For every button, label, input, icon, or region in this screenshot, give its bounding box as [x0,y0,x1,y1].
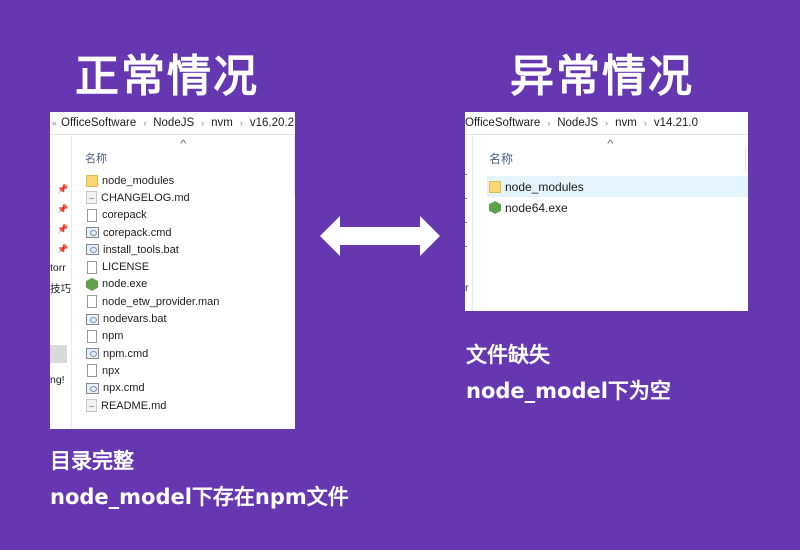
nav-item[interactable]: torr [50,262,66,274]
sort-ascending-icon[interactable]: ^ [607,139,613,150]
pin-icon[interactable]: 📌 [57,204,68,215]
file-icon [87,260,97,274]
column-header-name[interactable]: 名称 [489,150,513,167]
file-name: corepack [102,209,147,222]
nav-item[interactable]: r [465,282,469,294]
file-row-license[interactable]: LICENSE [84,258,294,275]
file-row-npm[interactable]: npm [84,328,294,345]
normal-explorer-window: « OfficeSoftware › NodeJS › nvm › v16.20… [50,112,295,429]
nav-item-selected[interactable] [50,345,67,363]
file-name: npm [102,330,124,343]
chevron-right-icon[interactable]: › [644,118,647,128]
chevron-right-icon[interactable]: › [240,118,243,128]
file-row-node-modules[interactable]: node_modules [84,172,294,189]
caption-line: 目录完整 [50,449,134,473]
file-row-npx-cmd[interactable]: npx.cmd [84,380,294,397]
normal-case-title: 正常情况 [75,51,259,102]
column-header-name[interactable]: 名称 [85,150,107,166]
file-row-node-modules[interactable]: node_modules [487,176,748,197]
nodejs-icon [489,201,501,214]
file-row-corepack[interactable]: corepack [84,207,294,224]
file-row-node-exe[interactable]: node.exe [84,276,294,293]
batch-file-icon [86,382,99,394]
column-divider[interactable] [294,136,295,196]
file-row-npx[interactable]: npx [84,362,294,379]
file-name: node.exe [102,278,148,291]
file-name: node_modules [505,179,584,194]
caption-line: 文件缺失 [466,343,550,367]
markdown-file-icon [86,191,97,205]
column-divider[interactable] [745,146,746,172]
file-list: node_modules CHANGELOG.md corepack corep… [84,172,294,414]
pin-icon[interactable]: 📌 [57,224,68,235]
breadcrumb-item[interactable]: nvm [615,117,637,129]
batch-file-icon [86,348,99,360]
file-name: npx.cmd [103,382,145,395]
file-name: README.md [101,399,167,412]
address-breadcrumb[interactable]: OfficeSoftware › NodeJS › nvm › v14.21.0 [465,112,748,135]
navigation-pane: 📌 📌 📌 📌 torr 技巧 ng! [50,136,72,429]
file-row-changelog[interactable]: CHANGELOG.md [84,189,294,206]
nodejs-icon [86,277,98,291]
file-row-node-etw-provider[interactable]: node_etw_provider.man [84,293,294,310]
breadcrumb-item[interactable]: nvm [211,117,233,129]
file-name: npm.cmd [103,347,149,360]
file-list: node_modules node64.exe [487,176,748,218]
breadcrumb-overflow-icon[interactable]: « [52,118,57,128]
file-name: CHANGELOG.md [101,191,190,204]
file-row-readme[interactable]: README.md [84,397,294,414]
file-name: corepack.cmd [103,226,172,239]
file-name: node64.exe [505,200,568,215]
nav-marker [465,174,467,175]
breadcrumb-item[interactable]: v16.20.2 [250,117,294,129]
file-name: install_tools.bat [103,243,179,256]
file-icon [87,329,97,343]
breadcrumb-item[interactable]: NodeJS [153,117,194,129]
folder-icon [489,180,501,193]
nav-item[interactable]: 技巧 [50,281,71,296]
file-row-node64-exe[interactable]: node64.exe [487,197,748,218]
markdown-file-icon [86,399,97,412]
pin-icon[interactable]: 📌 [57,184,68,195]
folder-icon [86,174,98,187]
double-arrow-icon [320,216,440,256]
chevron-right-icon[interactable]: › [605,118,608,128]
breadcrumb-item[interactable]: NodeJS [557,117,598,129]
file-icon [87,208,97,222]
breadcrumb-item[interactable]: OfficeSoftware [61,117,136,129]
batch-file-icon [86,313,99,325]
normal-case-caption: 目录完整 node_model下存在npm文件 [50,443,349,515]
file-name: LICENSE [102,261,150,274]
chevron-right-icon[interactable]: › [547,118,550,128]
breadcrumb-item[interactable]: OfficeSoftware [465,117,540,129]
pin-icon[interactable]: 📌 [57,244,68,255]
file-row-install-tools[interactable]: install_tools.bat [84,241,294,258]
nav-marker [465,198,467,199]
file-row-nodevars[interactable]: nodevars.bat [84,310,294,327]
caption-line: node_model下为空 [466,379,671,403]
abnormal-case-caption: 文件缺失 node_model下为空 [466,337,671,409]
address-breadcrumb[interactable]: « OfficeSoftware › NodeJS › nvm › v16.20… [50,112,295,135]
breadcrumb-item[interactable]: v14.21.0 [654,117,698,129]
nav-item[interactable]: ng! [50,374,65,386]
file-name: node_modules [102,174,175,187]
nav-marker [465,246,467,247]
file-icon [87,364,97,378]
navigation-pane: r [465,136,473,311]
nav-marker [465,222,467,223]
file-row-corepack-cmd[interactable]: corepack.cmd [84,224,294,241]
batch-file-icon [86,244,99,256]
file-name: nodevars.bat [103,313,167,326]
chevron-right-icon[interactable]: › [201,118,204,128]
file-icon [87,295,97,309]
batch-file-icon [86,227,99,239]
file-row-npm-cmd[interactable]: npm.cmd [84,345,294,362]
caption-line: node_model下存在npm文件 [50,485,349,509]
abnormal-case-title: 异常情况 [510,51,694,102]
sort-ascending-icon[interactable]: ^ [180,139,186,150]
file-name: npx [102,364,120,377]
file-name: node_etw_provider.man [102,295,220,308]
chevron-right-icon[interactable]: › [143,118,146,128]
abnormal-explorer-window: OfficeSoftware › NodeJS › nvm › v14.21.0… [465,112,748,311]
